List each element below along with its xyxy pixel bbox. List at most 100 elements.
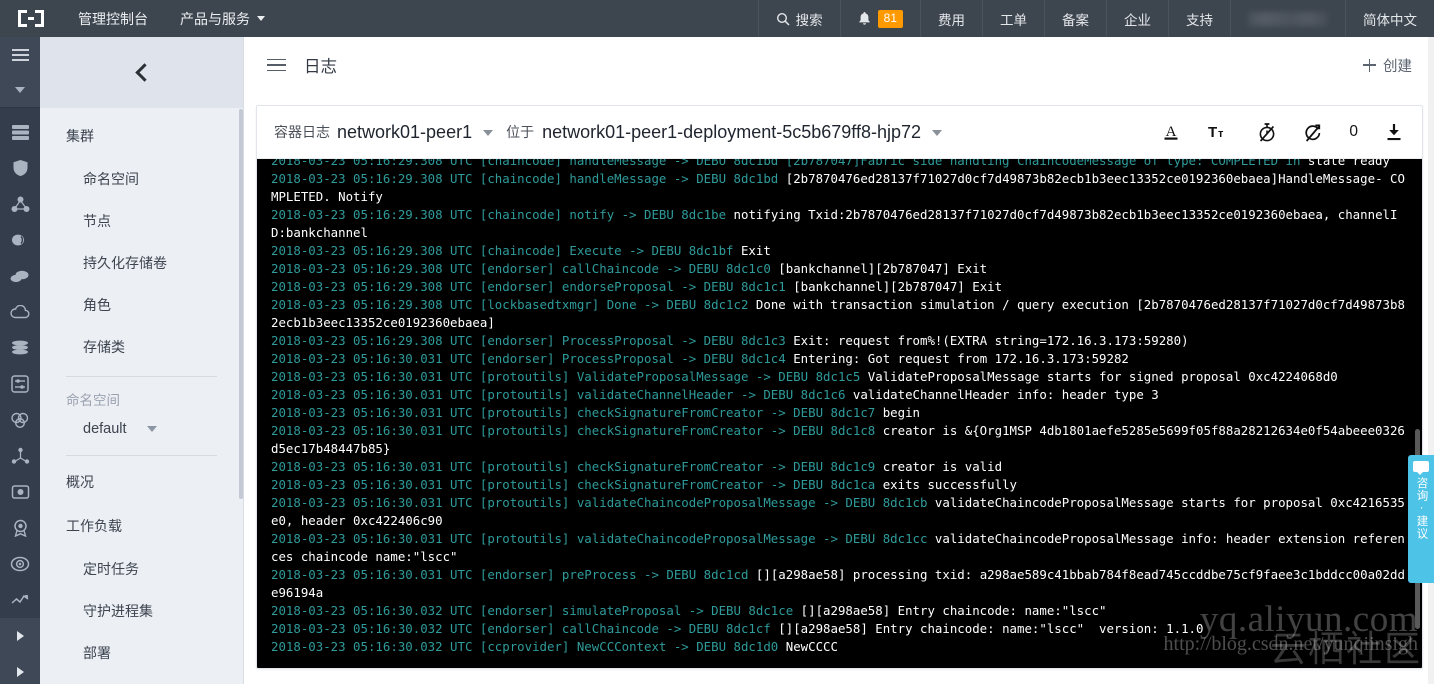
log-line-prefix: 2018-03-23 05:16:30.032 UTC [ccprovider]… xyxy=(271,639,779,654)
rail-expand-arrow-2[interactable] xyxy=(0,654,40,684)
cloud-group-icon[interactable] xyxy=(0,402,40,438)
security-badge-icon[interactable] xyxy=(0,510,40,546)
rail-expand-arrow-1[interactable] xyxy=(0,618,40,654)
nav-notifications[interactable]: 81 xyxy=(839,0,920,37)
server-stack-icon[interactable] xyxy=(0,114,40,150)
nav-billing[interactable]: 费用 xyxy=(920,0,982,37)
monitor-camera-icon[interactable] xyxy=(0,474,40,510)
nav-user-account[interactable] xyxy=(1230,0,1345,37)
sidebar-body: 集群 命名空间 节点 持久化存储卷 角色 存储类 命名空间 default 概况… xyxy=(40,108,243,684)
log-output-body[interactable]: 2018-03-23 05:16:29.308 UTC [chaincode] … xyxy=(257,159,1422,668)
chevron-down-icon[interactable] xyxy=(932,130,943,136)
chevron-left-icon xyxy=(134,63,154,82)
nav-tickets-label: 工单 xyxy=(1000,12,1027,28)
log-line-message: Exit xyxy=(733,243,771,258)
sidebar-item-jobs[interactable]: 任务 xyxy=(40,674,243,684)
sidebar-item-daemonsets[interactable]: 守护进程集 xyxy=(40,590,243,632)
log-line: 2018-03-23 05:16:29.308 UTC [lockbasedtx… xyxy=(271,296,1408,332)
network-nodes-icon[interactable] xyxy=(0,186,40,222)
chevron-down-icon xyxy=(146,426,157,432)
font-size-icon[interactable]: Tт xyxy=(1207,122,1231,142)
rail-menu-button[interactable] xyxy=(0,37,40,73)
cloud-db-icon[interactable] xyxy=(0,222,40,258)
nav-products-label: 产品与服务 xyxy=(180,10,250,27)
shield-icon[interactable] xyxy=(0,150,40,186)
nav-tickets[interactable]: 工单 xyxy=(982,0,1044,37)
sidebar-item-deployments[interactable]: 部署 xyxy=(40,632,243,674)
container-select-value[interactable]: network01-peer1 xyxy=(337,122,472,143)
cloud-icon[interactable] xyxy=(0,294,40,330)
log-line: 2018-03-23 05:16:30.032 UTC [endorser] s… xyxy=(271,602,1408,620)
log-line: 2018-03-23 05:16:30.031 UTC [endorser] p… xyxy=(271,566,1408,602)
log-panel: 容器日志 network01-peer1 位于 network01-peer1-… xyxy=(256,105,1423,669)
log-line: 2018-03-23 05:16:29.308 UTC [endorser] P… xyxy=(271,332,1408,350)
rack-server-icon[interactable] xyxy=(0,366,40,402)
sidebar-collapse-button[interactable] xyxy=(40,37,243,108)
sidebar-divider-2 xyxy=(66,455,217,456)
nav-language[interactable]: 简体中文 xyxy=(1345,0,1434,37)
log-line-prefix: 2018-03-23 05:16:30.031 UTC [protoutils]… xyxy=(271,495,928,510)
nav-products-services[interactable]: 产品与服务 xyxy=(164,0,281,37)
nav-icp[interactable]: 备案 xyxy=(1044,0,1106,37)
page-root: 管理控制台 产品与服务 搜索 81 费用 工单 备案 企业 支持 简体中文 集群… xyxy=(0,0,1434,684)
sidebar-group-cluster[interactable]: 集群 xyxy=(40,114,243,158)
text-color-icon[interactable]: A xyxy=(1161,122,1181,142)
log-line-message: [bankchannel][2b787047] Exit xyxy=(770,261,988,276)
sidebar-group-workload[interactable]: 工作负载 xyxy=(40,504,243,548)
nav-search-label: 搜索 xyxy=(795,12,823,28)
sidebar-item-roles[interactable]: 角色 xyxy=(40,284,243,326)
log-line-message: Exit: request from%!(EXTRA string=172.16… xyxy=(785,333,1189,348)
svg-text:T: T xyxy=(1208,124,1217,141)
aliyun-logo-icon[interactable] xyxy=(0,0,62,37)
hub-icon[interactable] xyxy=(0,438,40,474)
create-button[interactable]: 创建 xyxy=(1363,55,1412,76)
nav-console-label: 管理控制台 xyxy=(78,10,148,27)
chevron-down-icon[interactable] xyxy=(483,130,494,136)
consultation-widget[interactable]: 咨询·建议 xyxy=(1408,455,1434,583)
hamburger-icon xyxy=(11,49,29,61)
nav-support-label: 支持 xyxy=(1186,12,1213,28)
log-line-prefix: 2018-03-23 05:16:30.031 UTC [protoutils]… xyxy=(271,531,928,546)
log-line-message: creator is valid xyxy=(875,459,1003,474)
log-line-prefix: 2018-03-23 05:16:29.308 UTC [chaincode] … xyxy=(271,207,727,222)
sidebar-item-overview[interactable]: 概况 xyxy=(40,460,243,504)
log-line: 2018-03-23 05:16:30.032 UTC [ccprovider]… xyxy=(271,638,1408,656)
sidebar-item-cronjobs[interactable]: 定时任务 xyxy=(40,548,243,590)
sidebar-item-storage-classes[interactable]: 存储类 xyxy=(40,326,243,368)
rail-icon-list xyxy=(0,108,40,618)
nav-support[interactable]: 支持 xyxy=(1168,0,1230,37)
rail-expand-button[interactable] xyxy=(0,73,40,108)
sidebar-item-nodes[interactable]: 节点 xyxy=(40,200,243,242)
download-icon[interactable] xyxy=(1384,122,1404,142)
log-line-prefix: 2018-03-23 05:16:29.308 UTC [endorser] c… xyxy=(271,261,771,276)
sidebar-item-persistent-volumes[interactable]: 持久化存储卷 xyxy=(40,242,243,284)
log-line: 2018-03-23 05:16:30.031 UTC [protoutils]… xyxy=(271,458,1408,476)
eye-target-icon[interactable] xyxy=(0,546,40,582)
timer-off-icon[interactable] xyxy=(1257,122,1277,143)
layers-stack-icon[interactable] xyxy=(0,330,40,366)
namespace-select[interactable]: default xyxy=(40,415,243,447)
icon-rail xyxy=(0,37,40,684)
log-line-prefix: 2018-03-23 05:16:30.031 UTC [endorser] p… xyxy=(271,567,749,582)
page-scrollbar-track[interactable] xyxy=(1428,37,1434,684)
log-line-prefix: 2018-03-23 05:16:30.032 UTC [endorser] s… xyxy=(271,603,794,618)
consultation-widget-label: 咨询·建议 xyxy=(1415,477,1428,540)
log-line-prefix: 2018-03-23 05:16:30.031 UTC [endorser] P… xyxy=(271,351,786,366)
refresh-off-icon[interactable] xyxy=(1303,122,1323,143)
rail-arrow-group xyxy=(0,618,40,684)
cloud-storage-icon[interactable] xyxy=(0,258,40,294)
pod-select-value[interactable]: network01-peer1-deployment-5c5b679ff8-hj… xyxy=(542,122,921,143)
sidebar-namespace-label: 命名空间 xyxy=(66,393,120,408)
sidebar-item-namespace[interactable]: 命名空间 xyxy=(40,158,243,200)
arrow-right-icon xyxy=(16,667,24,677)
top-navigation-bar: 管理控制台 产品与服务 搜索 81 费用 工单 备案 企业 支持 简体中文 xyxy=(0,0,1434,37)
log-line-prefix: 2018-03-23 05:16:29.308 UTC [endorser] e… xyxy=(271,279,786,294)
nav-enterprise[interactable]: 企业 xyxy=(1106,0,1168,37)
sidebar-scrollbar[interactable] xyxy=(239,109,243,499)
log-line-counter: 0 xyxy=(1349,123,1358,140)
hamburger-icon[interactable] xyxy=(267,58,286,72)
analytics-icon[interactable] xyxy=(0,582,40,618)
nav-console[interactable]: 管理控制台 xyxy=(62,0,164,37)
nav-search[interactable]: 搜索 xyxy=(757,0,840,37)
notification-badge: 81 xyxy=(877,9,903,28)
